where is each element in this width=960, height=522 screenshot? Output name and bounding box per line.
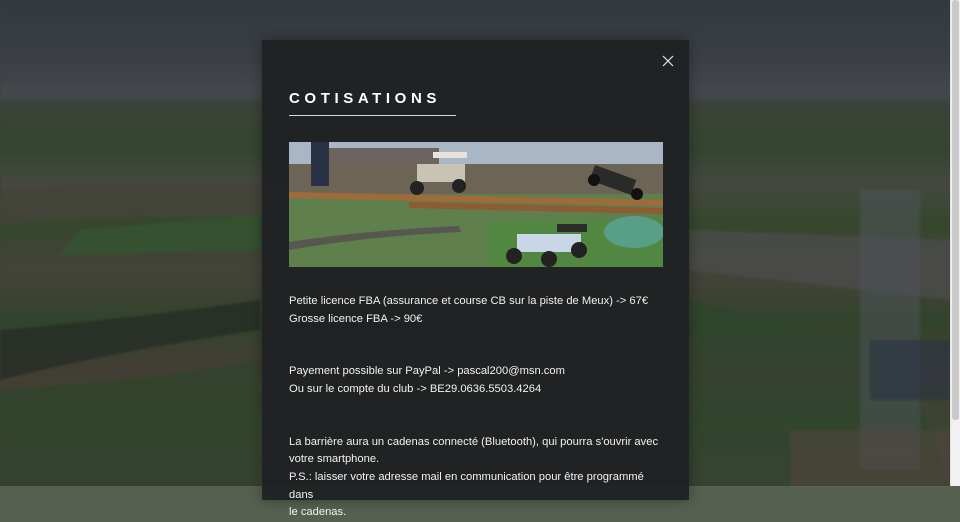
text-barrier-line1: La barrière aura un cadenas connecté (Bl… bbox=[289, 435, 659, 448]
text-barrier-line2: votre smartphone. bbox=[289, 453, 380, 466]
text-licence-small: Petite licence FBA (assurance et course … bbox=[289, 295, 649, 307]
scrollbar-thumb[interactable] bbox=[952, 0, 959, 420]
modal-title: COTISATIONS bbox=[289, 90, 441, 107]
text-licence-large: Grosse licence FBA -> 90€ bbox=[289, 312, 423, 325]
text-ps-line2: le cadenas. bbox=[289, 506, 347, 519]
close-icon bbox=[662, 55, 674, 67]
title-underline bbox=[289, 115, 456, 116]
rc-cars-illustration bbox=[289, 142, 663, 267]
cotisations-modal: COTISATIONS Petite licence FBA (assuranc… bbox=[262, 40, 689, 518]
modal-body: Petite licence FBA (assurance et course … bbox=[289, 293, 669, 522]
close-button[interactable] bbox=[661, 54, 675, 68]
text-payment-paypal: Payement possible sur PayPal -> pascal20… bbox=[289, 365, 565, 378]
text-ps-line1: P.S.: laisser votre adresse mail en comm… bbox=[289, 470, 644, 501]
rc-cars-photo bbox=[289, 142, 663, 267]
text-payment-account: Ou sur le compte du club -> BE29.0636.55… bbox=[289, 382, 542, 395]
page-scrollbar[interactable] bbox=[950, 0, 960, 486]
